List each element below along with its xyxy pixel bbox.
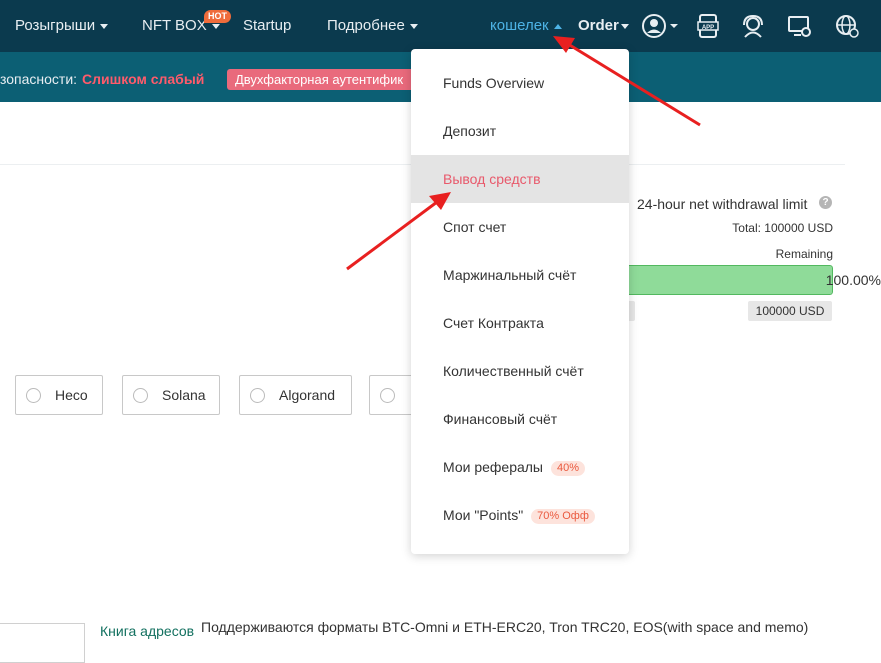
withdrawal-address-input[interactable] xyxy=(0,623,85,663)
nav-nft-box-menu[interactable]: NFT BOX xyxy=(142,0,220,52)
nav-wallet-menu[interactable]: кошелек xyxy=(490,0,562,52)
radio-button[interactable] xyxy=(133,388,148,403)
nav-order-menu[interactable]: Order xyxy=(578,0,629,52)
menu-item-label: Количественный счёт xyxy=(443,363,584,379)
chevron-down-icon xyxy=(409,23,418,29)
remaining-amount-chip: 100000 USD xyxy=(748,301,832,321)
menu-item-withdraw[interactable]: Вывод средств xyxy=(411,155,629,203)
chain-option-label: Heco xyxy=(55,387,88,403)
nav-giveaways-menu[interactable]: Розыгрыши xyxy=(15,0,109,52)
menu-item-label: Счет Контракта xyxy=(443,315,544,331)
remaining-label: Remaining xyxy=(775,247,833,261)
menu-item-label: Вывод средств xyxy=(443,171,541,187)
menu-item-label: Маржинальный счёт xyxy=(443,267,577,283)
radio-button[interactable] xyxy=(380,388,395,403)
two-factor-auth-button[interactable]: Двухфакторная аутентифик xyxy=(227,69,417,90)
menu-item-referrals[interactable]: Мои рефералы 40% xyxy=(411,443,629,491)
user-icon xyxy=(642,14,678,38)
nav-order-label: Order xyxy=(578,17,619,34)
menu-item-funds-overview[interactable]: Funds Overview xyxy=(411,59,629,107)
top-navigation-bar: Розыгрыши NFT BOX HOT Startup Подробнее … xyxy=(0,0,881,52)
svg-text:APP: APP xyxy=(702,25,714,31)
menu-item-spot-account[interactable]: Спот счет xyxy=(411,203,629,251)
device-settings-icon xyxy=(788,16,811,37)
menu-item-quant-account[interactable]: Количественный счёт xyxy=(411,347,629,395)
withdrawal-limit-total: Total: 100000 USD xyxy=(732,221,833,235)
menu-item-points[interactable]: Мои "Points" 70% Офф xyxy=(411,491,629,539)
wallet-dropdown-menu: Funds Overview Депозит Вывод средств Спо… xyxy=(411,49,629,554)
chain-option-solana[interactable]: Solana xyxy=(122,375,220,415)
language-button[interactable] xyxy=(834,13,860,39)
nav-more-menu[interactable]: Подробнее xyxy=(327,0,418,52)
chevron-down-icon xyxy=(211,23,220,29)
user-menu-button[interactable] xyxy=(641,13,679,39)
two-factor-auth-label: Двухфакторная аутентифик xyxy=(235,72,404,87)
nav-startup-link[interactable]: Startup xyxy=(243,0,291,52)
device-settings-button[interactable] xyxy=(786,13,812,39)
security-level-label: зопасности: xyxy=(0,71,78,87)
support-icon xyxy=(743,14,763,38)
chain-option-label: Algorand xyxy=(279,387,336,403)
nav-giveaways-label: Розыгрыши xyxy=(15,17,96,34)
app-download-button[interactable]: APP xyxy=(695,13,721,39)
security-level-value: Слишком слабый xyxy=(82,71,205,87)
menu-item-label: Мои рефералы xyxy=(443,459,543,475)
menu-item-margin-account[interactable]: Маржинальный счёт xyxy=(411,251,629,299)
address-book-link[interactable]: Книга адресов xyxy=(100,623,194,639)
points-badge: 70% Офф xyxy=(531,508,595,524)
menu-item-label: Мои "Points" xyxy=(443,507,524,523)
nav-startup-label: Startup xyxy=(243,17,292,34)
radio-button[interactable] xyxy=(26,388,41,403)
menu-item-label: Спот счет xyxy=(443,219,507,235)
withdrawal-limit-title: 24-hour net withdrawal limit xyxy=(637,196,808,212)
chain-option-heco[interactable]: Heco xyxy=(15,375,103,415)
support-button[interactable] xyxy=(740,13,766,39)
menu-item-label: Финансовый счёт xyxy=(443,411,558,427)
help-icon[interactable]: ? xyxy=(819,196,832,209)
nav-wallet-label: кошелек xyxy=(490,17,549,34)
nav-nft-box-label: NFT BOX xyxy=(142,17,207,34)
chevron-down-icon xyxy=(100,23,109,29)
menu-item-label: Депозит xyxy=(443,123,497,139)
app-download-icon: APP xyxy=(697,14,719,38)
radio-button[interactable] xyxy=(250,388,265,403)
supported-formats-note: Поддерживаются форматы BTC-Omni и ETH-ER… xyxy=(201,619,809,635)
menu-item-finance-account[interactable]: Финансовый счёт xyxy=(411,395,629,443)
globe-icon xyxy=(836,15,859,38)
chevron-up-icon xyxy=(553,23,562,29)
chain-option-algorand[interactable]: Algorand xyxy=(239,375,352,415)
menu-item-label: Funds Overview xyxy=(443,75,545,91)
hot-badge: HOT xyxy=(204,10,231,23)
nav-more-label: Подробнее xyxy=(327,17,405,34)
menu-item-contract-account[interactable]: Счет Контракта xyxy=(411,299,629,347)
chain-option-label: Solana xyxy=(162,387,206,403)
referral-badge: 40% xyxy=(551,460,586,476)
menu-item-deposit[interactable]: Депозит xyxy=(411,107,629,155)
chevron-down-icon xyxy=(620,23,629,29)
